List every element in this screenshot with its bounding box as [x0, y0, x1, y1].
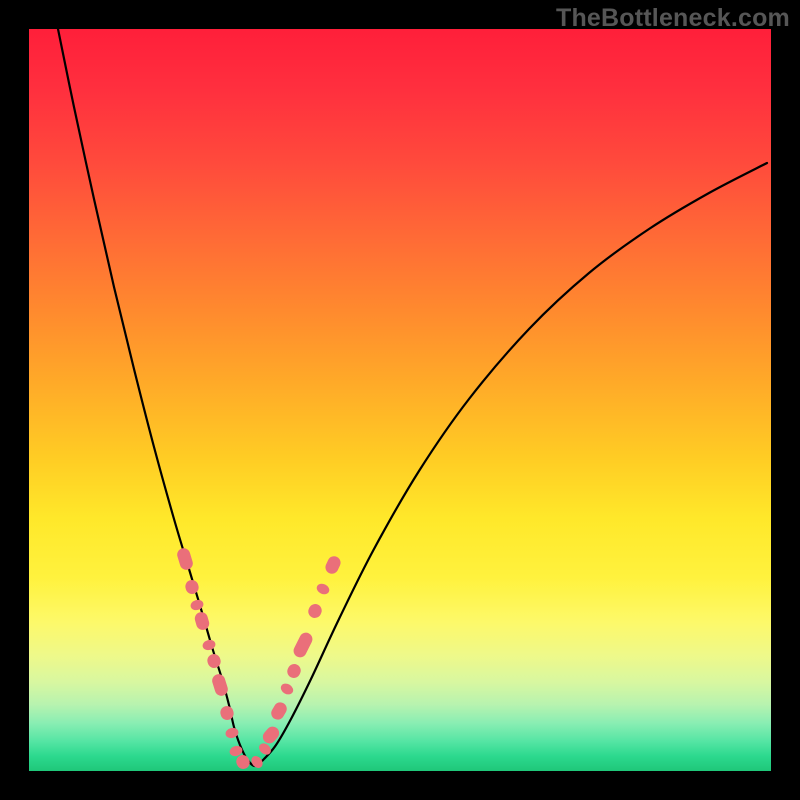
bottleneck-curve-svg: [29, 29, 771, 771]
curve-bead: [279, 681, 295, 696]
curve-bead: [315, 582, 331, 597]
bottleneck-curve: [58, 29, 767, 766]
plot-area: [29, 29, 771, 771]
curve-bead: [176, 547, 195, 572]
curve-bead: [193, 611, 210, 632]
curve-bead: [269, 700, 289, 722]
curve-bead: [257, 741, 273, 757]
chart-frame: TheBottleneck.com: [0, 0, 800, 800]
curve-bead: [323, 554, 342, 576]
bead-group: [176, 547, 343, 772]
curve-bead: [206, 652, 223, 669]
curve-bead: [189, 598, 204, 611]
curve-bead: [285, 662, 303, 680]
curve-bead: [306, 602, 324, 620]
curve-bead: [201, 638, 216, 651]
watermark-text: TheBottleneck.com: [556, 4, 790, 33]
curve-bead: [184, 578, 200, 595]
curve-bead: [291, 630, 314, 659]
